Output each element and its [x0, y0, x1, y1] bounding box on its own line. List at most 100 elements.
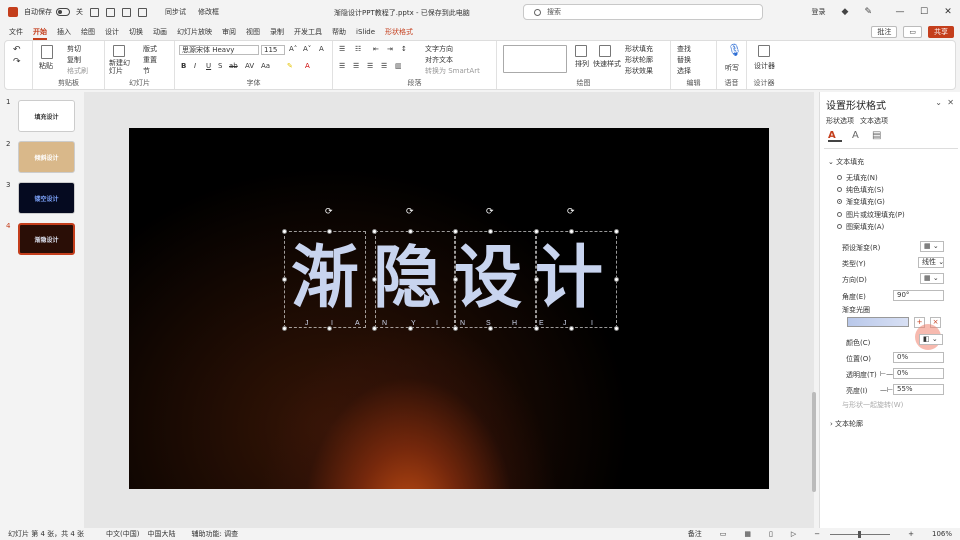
copilot-icon[interactable]: ◆: [842, 7, 849, 17]
outdent-icon[interactable]: ⇥: [387, 45, 393, 53]
tab-animations[interactable]: 动画: [148, 24, 172, 40]
find-button[interactable]: 查找: [677, 44, 691, 54]
microphone-icon[interactable]: 🎙: [727, 43, 742, 57]
grow-font-button[interactable]: A˄: [289, 45, 297, 53]
transparency-slider-icon[interactable]: ⊢—: [880, 370, 893, 378]
tab-draw[interactable]: 绘图: [76, 24, 100, 40]
rotate-with-shape-checkbox[interactable]: 与形状一起旋转(W): [842, 400, 903, 410]
brightness-slider-icon[interactable]: —⊢: [880, 386, 893, 394]
tab-file[interactable]: 文件: [4, 24, 28, 40]
rotate-handle-icon[interactable]: ⟳: [325, 207, 333, 217]
direction-dropdown[interactable]: ▦ ⌄: [920, 273, 944, 284]
pen-icon[interactable]: ✎: [864, 7, 872, 17]
resize-handle[interactable]: [453, 326, 458, 331]
shape-fill-button[interactable]: 形状填充: [625, 44, 653, 54]
brightness-input[interactable]: 55%: [893, 384, 944, 395]
shapes-gallery[interactable]: [503, 45, 567, 73]
reading-view-icon[interactable]: ▯: [769, 530, 773, 538]
arrange-icon[interactable]: [575, 45, 587, 57]
quick-styles-button[interactable]: 快速样式: [593, 59, 621, 69]
new-slide-button[interactable]: 新建幻灯片: [109, 59, 133, 75]
sign-in-link[interactable]: 登录: [812, 7, 826, 17]
arrange-button[interactable]: 排列: [575, 59, 589, 69]
resize-handle[interactable]: [488, 326, 493, 331]
clear-format-button[interactable]: A: [319, 45, 324, 53]
strike-button[interactable]: ab: [229, 62, 238, 70]
resize-handle[interactable]: [614, 326, 619, 331]
angle-input[interactable]: 90°: [893, 290, 944, 301]
redo-icon[interactable]: ↷: [13, 57, 21, 67]
notes-button[interactable]: 备注: [688, 529, 702, 539]
radio-solid-fill[interactable]: [837, 187, 842, 192]
resize-handle[interactable]: [534, 326, 539, 331]
radio-gradient-fill[interactable]: [837, 199, 842, 204]
save-icon[interactable]: [90, 7, 99, 17]
close-window-button[interactable]: ✕: [936, 7, 960, 17]
case-button[interactable]: Aa: [261, 62, 270, 70]
vertical-scrollbar[interactable]: [810, 92, 818, 528]
tab-islide[interactable]: iSlide: [351, 24, 380, 40]
comments-button[interactable]: 批注: [871, 26, 898, 38]
shrink-font-button[interactable]: A˅: [303, 45, 311, 53]
redo-icon[interactable]: [122, 7, 131, 17]
shadow-button[interactable]: S: [218, 62, 222, 70]
language-status[interactable]: 中文(中国): [106, 529, 139, 539]
replace-button[interactable]: 替换: [677, 55, 691, 65]
tab-view[interactable]: 视图: [241, 24, 265, 40]
slide[interactable]: 渐 隐 设 计 J I A N Y I N S H E J I ⟳ ⟳ ⟳ ⟳: [129, 128, 769, 489]
spacing-button[interactable]: AV: [245, 62, 254, 70]
accessibility-status[interactable]: 辅助功能: 调查: [192, 529, 239, 539]
color-dropdown[interactable]: ◧ ⌄: [919, 334, 943, 345]
reset-button[interactable]: 重置: [143, 55, 157, 65]
text-outline-section[interactable]: › 文本轮廓: [830, 419, 863, 429]
customize-icon[interactable]: [138, 7, 147, 17]
slide-thumbnail-3[interactable]: 镂空设计: [18, 182, 75, 214]
section-button[interactable]: 节: [143, 66, 150, 76]
format-painter-button[interactable]: 格式刷: [67, 66, 88, 76]
gradient-stops-bar[interactable]: [847, 317, 909, 327]
type-dropdown[interactable]: 线性 ⌄: [918, 257, 944, 268]
text-effects-icon[interactable]: A: [852, 130, 866, 142]
font-color-icon[interactable]: A: [305, 62, 310, 70]
text-fill-outline-icon[interactable]: A: [828, 130, 842, 142]
resize-handle[interactable]: [569, 229, 574, 234]
radio-pattern-fill[interactable]: [837, 224, 842, 229]
tab-shape-format[interactable]: 形状格式: [380, 24, 418, 40]
slide-thumbnail-2[interactable]: 倾斜设计: [18, 141, 75, 173]
search-box[interactable]: 搜索: [523, 4, 763, 20]
tab-help[interactable]: 帮助: [327, 24, 351, 40]
line-spacing-icon[interactable]: ↕: [401, 45, 407, 53]
bold-button[interactable]: B: [181, 62, 186, 70]
columns-icon[interactable]: ▥: [395, 62, 402, 70]
resize-handle[interactable]: [327, 326, 332, 331]
sorter-view-icon[interactable]: ▦: [744, 530, 751, 538]
quick-access-modify[interactable]: 修改框: [198, 7, 219, 17]
slideshow-icon[interactable]: ▷: [791, 530, 796, 538]
dictate-button[interactable]: 听写: [725, 63, 739, 73]
tab-home[interactable]: 开始: [28, 24, 52, 40]
copy-button[interactable]: 复制: [67, 55, 81, 65]
italic-button[interactable]: I: [194, 62, 196, 70]
resize-handle[interactable]: [614, 229, 619, 234]
resize-handle[interactable]: [408, 229, 413, 234]
highlight-icon[interactable]: ✎: [287, 62, 293, 70]
tab-transitions[interactable]: 切换: [124, 24, 148, 40]
tab-text-options[interactable]: 文本选项: [860, 116, 888, 126]
text-fill-section[interactable]: ⌄ 文本填充: [828, 157, 864, 167]
zoom-in-icon[interactable]: +: [908, 530, 914, 538]
scrollbar-thumb[interactable]: [812, 392, 816, 492]
zoom-out-icon[interactable]: −: [814, 530, 820, 538]
paste-button[interactable]: 粘贴: [39, 61, 53, 71]
slide-thumbnail-1[interactable]: 填充设计: [18, 100, 75, 132]
smartart-button[interactable]: 转换为 SmartArt: [425, 66, 480, 76]
maximize-button[interactable]: ☐: [912, 7, 936, 17]
shape-effects-button[interactable]: 形状效果: [625, 66, 653, 76]
share-button[interactable]: 共享: [928, 26, 954, 38]
radio-picture-fill[interactable]: [837, 212, 842, 217]
resize-handle[interactable]: [372, 277, 377, 282]
resize-handle[interactable]: [453, 229, 458, 234]
resize-handle[interactable]: [534, 229, 539, 234]
chevron-down-icon[interactable]: ⌄: [935, 98, 942, 107]
tab-review[interactable]: 审阅: [217, 24, 241, 40]
transparency-input[interactable]: 0%: [893, 368, 944, 379]
